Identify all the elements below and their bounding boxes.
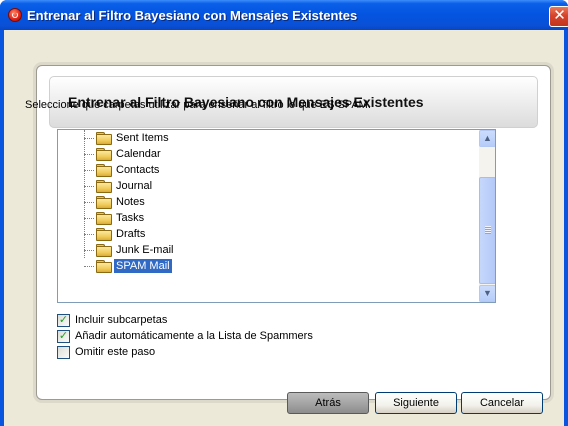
- tree-item-calendar[interactable]: Calendar: [84, 146, 484, 162]
- tree-item-contacts[interactable]: Contacts: [84, 162, 484, 178]
- tree-item-drafts[interactable]: Drafts: [84, 226, 484, 242]
- folder-icon: [96, 212, 112, 225]
- window-title: Entrenar al Filtro Bayesiano con Mensaje…: [27, 8, 358, 23]
- folder-icon: [96, 132, 112, 145]
- tree-item-label: Calendar: [116, 148, 161, 160]
- tree-item-label: Junk E-mail: [116, 244, 174, 256]
- scroll-down-button[interactable]: ▼: [479, 285, 495, 302]
- tree-item-journal[interactable]: Journal: [84, 178, 484, 194]
- folder-icon: [96, 164, 112, 177]
- cancel-button[interactable]: Cancelar: [461, 392, 543, 414]
- back-button[interactable]: Atrás: [287, 392, 369, 414]
- dialog-window: Entrenar al Filtro Bayesiano con Mensaje…: [0, 0, 568, 426]
- tree-branch: [84, 170, 94, 171]
- tree-branch: [84, 154, 94, 155]
- next-button[interactable]: Siguiente: [375, 392, 457, 414]
- tree-item-tasks[interactable]: Tasks: [84, 210, 484, 226]
- tree-branch: [84, 250, 94, 251]
- tree-item-junk-email[interactable]: Junk E-mail: [84, 242, 484, 258]
- option-label: Incluir subcarpetas: [75, 314, 168, 326]
- folder-icon: [96, 244, 112, 257]
- option-label: Añadir automáticamente a la Lista de Spa…: [75, 330, 313, 342]
- tree-item-label: SPAM Mail: [114, 259, 172, 273]
- folder-icon: [96, 148, 112, 161]
- tree-branch: [84, 138, 94, 139]
- folder-icon: [96, 196, 112, 209]
- folder-tree[interactable]: Sent Items Calendar Contacts Journal Not…: [57, 129, 496, 303]
- folder-icon: [96, 228, 112, 241]
- tree-item-sent-items[interactable]: Sent Items: [84, 130, 484, 146]
- app-icon: [8, 8, 22, 22]
- folder-icon: [96, 180, 112, 193]
- title-bar[interactable]: Entrenar al Filtro Bayesiano con Mensaje…: [0, 0, 568, 30]
- scroll-up-button[interactable]: ▲: [479, 130, 495, 147]
- tree-item-notes[interactable]: Notes: [84, 194, 484, 210]
- include-subfolders-checkbox[interactable]: ✓: [57, 314, 70, 327]
- folder-icon: [96, 260, 112, 273]
- add-spammers-checkbox[interactable]: ✓: [57, 330, 70, 343]
- tree-item-label: Drafts: [116, 228, 146, 240]
- tree-item-label: Journal: [116, 180, 153, 192]
- skip-step-checkbox[interactable]: [57, 346, 70, 359]
- tree-item-label: Sent Items: [116, 132, 169, 144]
- option-add-to-spammers[interactable]: ✓ Añadir automáticamente a la Lista de S…: [57, 330, 457, 344]
- tree-scrollbar[interactable]: ▲ ▼: [479, 130, 495, 302]
- scroll-thumb[interactable]: [479, 177, 495, 284]
- tree-item-label: Notes: [116, 196, 145, 208]
- grip-icon: [485, 226, 491, 234]
- instruction-text: Seleccione qué carpetas utilizar para en…: [25, 99, 371, 111]
- tree-item-label: Tasks: [116, 212, 145, 224]
- option-include-subfolders[interactable]: ✓ Incluir subcarpetas: [57, 314, 457, 328]
- tree-item-label: Contacts: [116, 164, 160, 176]
- option-skip-step[interactable]: Omitir este paso: [57, 346, 457, 360]
- close-button[interactable]: ✕: [549, 6, 568, 27]
- tree-branch: [84, 202, 94, 203]
- tree-branch: [84, 234, 94, 235]
- tree-branch: [84, 218, 94, 219]
- tree-branch: [84, 186, 94, 187]
- option-label: Omitir este paso: [75, 346, 156, 358]
- tree-item-spam-mail[interactable]: SPAM Mail: [84, 258, 484, 274]
- tree-branch: [84, 266, 94, 267]
